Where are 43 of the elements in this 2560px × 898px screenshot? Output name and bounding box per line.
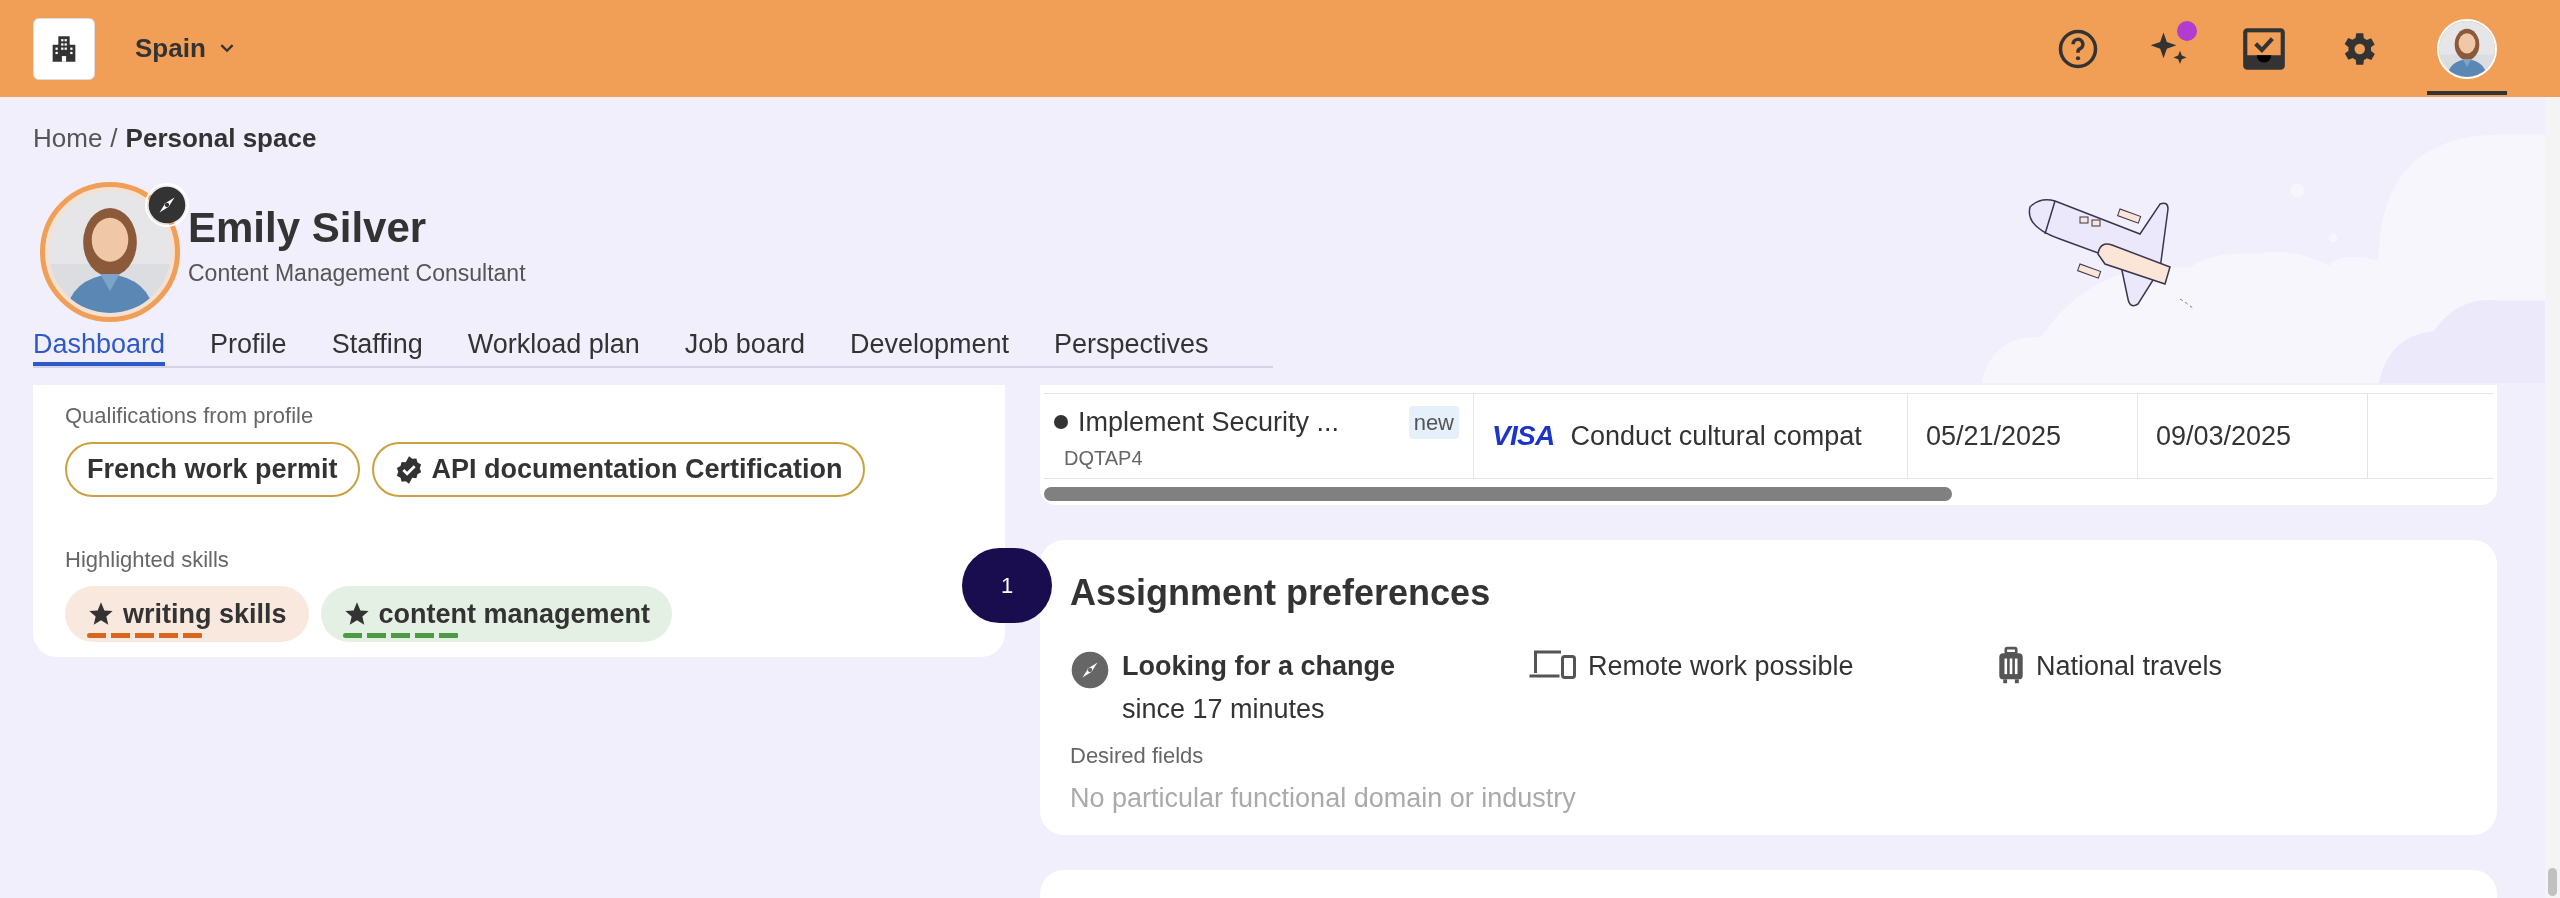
preference-label: Remote work possible: [1588, 650, 1854, 683]
skill-chip: content management: [320, 586, 673, 642]
tab[interactable]: Staffing: [331, 326, 423, 366]
card-title: Assignment preferences: [1070, 571, 1492, 615]
scrollbar-thumb[interactable]: [2548, 868, 2557, 896]
table-row[interactable]: Implement Security ... new DQTAP4 VISA Conduct cultural compat 05/21/2025 09/03/2025: [1044, 393, 2493, 479]
preference-label: Looking for a change: [1122, 650, 1396, 683]
section-label: Highlighted skills: [65, 546, 230, 574]
tab[interactable]: Dashboard: [33, 326, 166, 366]
desired-fields-value: No particular functional domain or industry: [1070, 782, 1577, 815]
new-badge: new: [1408, 405, 1459, 439]
breadcrumb-link[interactable]: Home: [33, 119, 103, 158]
end-date: 09/03/2025: [2138, 394, 2368, 478]
section-label: Desired fields: [1070, 742, 1205, 770]
country-dropdown[interactable]: Spain: [135, 29, 234, 68]
horizontal-scrollbar-thumb[interactable]: [1044, 487, 1952, 501]
breadcrumb-current: Personal space: [125, 122, 317, 155]
preference-label: National travels: [2036, 650, 2223, 683]
tab[interactable]: Perspectives: [1054, 326, 1209, 366]
building-logo-icon[interactable]: [33, 17, 95, 80]
tab[interactable]: Workload plan: [467, 326, 640, 366]
tab[interactable]: Job board: [684, 326, 805, 366]
help-icon[interactable]: [2057, 27, 2099, 70]
compass-icon: [1070, 650, 1110, 690]
breadcrumb-separator: /: [110, 122, 118, 155]
task-title: Implement Security ...: [1078, 406, 1340, 439]
tab[interactable]: Development: [849, 326, 1009, 366]
task-code: DQTAP4: [1064, 445, 1144, 471]
compass-badge-icon: [145, 183, 189, 227]
qualification-chip: French work permit: [65, 442, 360, 497]
section-label: Qualifications from profile: [65, 402, 315, 430]
qualification-chip: API documentation Certification: [371, 442, 865, 497]
tab[interactable]: Profile: [210, 326, 287, 366]
preference-detail: since 17 minutes: [1122, 692, 1326, 726]
job-title: Content Management Consultant: [188, 259, 526, 288]
client-logo: VISA: [1492, 419, 1555, 453]
luggage-icon: [1998, 646, 2024, 684]
chevron-down-icon: [219, 44, 234, 53]
scrollbar-track[interactable]: [2545, 97, 2560, 898]
mission-name: Conduct cultural compat: [1570, 419, 1862, 453]
skill-chip: writing skills: [65, 586, 309, 642]
profile-name: Emily Silver: [188, 202, 428, 253]
start-date: 05/21/2025: [1908, 394, 2138, 478]
